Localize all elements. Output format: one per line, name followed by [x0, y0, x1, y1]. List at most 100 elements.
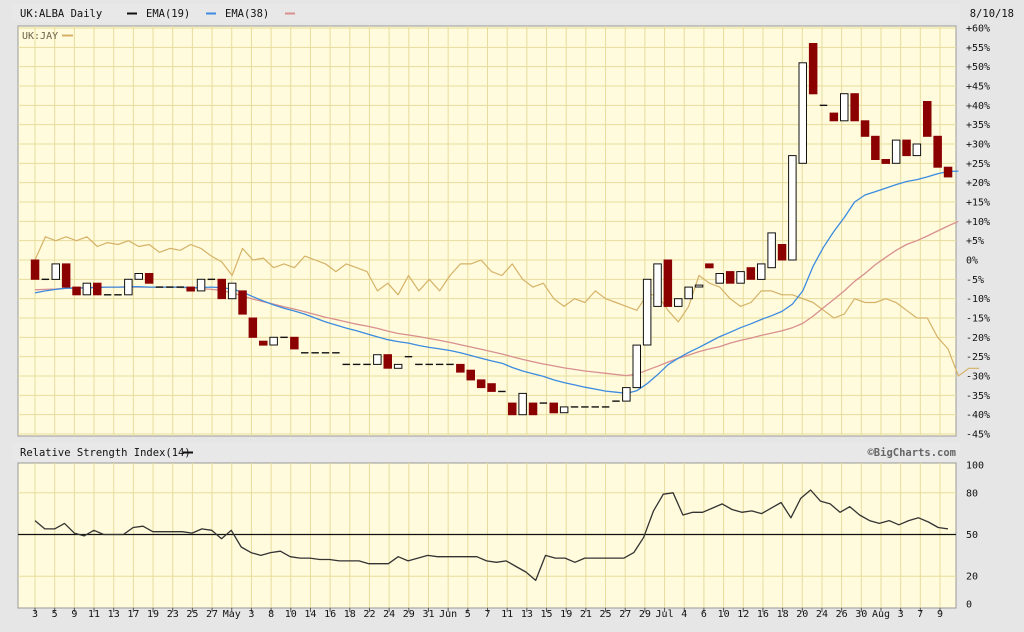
x-tick-label: 3: [898, 609, 904, 620]
candle-down: [259, 340, 268, 346]
x-tick-label: 4: [681, 609, 687, 620]
candle-up: [559, 406, 569, 414]
x-tick-label: 29: [639, 609, 651, 620]
candle-up: [694, 284, 704, 288]
x-tick-label: 5: [52, 609, 58, 620]
candle-up: [393, 363, 403, 369]
candle-down: [72, 286, 81, 296]
main-y-tick-label: +55%: [966, 43, 990, 54]
x-tick-label: 15: [540, 609, 552, 620]
candle-up: [518, 392, 527, 416]
candle-down: [549, 402, 558, 414]
x-tick-label: 23: [167, 609, 179, 620]
x-tick-label: 22: [363, 609, 375, 620]
candle-down: [290, 336, 299, 350]
x-tick-label: 29: [403, 609, 415, 620]
x-tick-label: 6: [701, 609, 707, 620]
x-tick-label: 27: [206, 609, 218, 620]
candle-up: [674, 298, 683, 307]
x-tick-label: 13: [108, 609, 120, 620]
rsi-y-tick-label: 80: [966, 488, 978, 499]
x-tick-label: 19: [560, 609, 572, 620]
candle-up: [196, 278, 206, 292]
candle-up: [642, 278, 652, 346]
x-tick-label: 7: [484, 609, 490, 620]
candle-down: [850, 93, 859, 122]
candle-down: [860, 120, 870, 137]
rsi-panel: 100 80 50 20 0: [17, 461, 984, 611]
ema19-legend-label: EMA(19): [146, 8, 190, 20]
x-tick-label: 16: [757, 609, 769, 620]
main-y-tick-label: -30%: [966, 372, 990, 383]
candle-up: [227, 282, 237, 300]
candle-down: [144, 273, 154, 284]
x-tick-label: 13: [521, 609, 533, 620]
candle-up: [767, 232, 776, 269]
candle-down: [663, 259, 673, 307]
candle-down: [808, 43, 818, 95]
candle-down: [705, 263, 714, 269]
main-price-panel: +60% +55% +50% +45% +40% +35% +30% +25% +20% +15%…: [17, 24, 990, 441]
x-tick-label: 24: [816, 609, 828, 620]
main-y-tick-label: +25%: [966, 159, 990, 170]
rsi-title: Relative Strength Index(14): [20, 447, 191, 459]
candle-up: [51, 263, 60, 280]
main-y-tick-label: -25%: [966, 352, 990, 363]
x-tick-label: 16: [324, 609, 336, 620]
chart-svg: +60% +55% +50% +45% +40% +35% +30% +25% +20% +15%…: [12, 4, 1014, 620]
candle-down: [933, 135, 942, 168]
main-y-tick-label: -20%: [966, 333, 990, 344]
main-y-tick-label: -40%: [966, 410, 990, 421]
x-tick-label: 5: [465, 609, 471, 620]
chart-root: +60% +55% +50% +45% +40% +35% +30% +25% +20% +15%…: [0, 0, 1024, 628]
candle-down: [871, 135, 880, 161]
candle-down: [466, 369, 475, 381]
rsi-y-tick-label: 0: [966, 600, 972, 611]
x-tick-label: Jul: [656, 609, 674, 620]
candle-up: [788, 155, 797, 261]
candle-down: [217, 278, 226, 300]
x-tick-label: 19: [147, 609, 159, 620]
x-tick-label: 14: [304, 609, 316, 620]
x-tick-label: 10: [285, 609, 297, 620]
symbol-title: UK:ALBA Daily: [20, 8, 102, 20]
x-tick-label: 24: [383, 609, 395, 620]
x-tick-label: 21: [580, 609, 592, 620]
x-axis: 3 5 9 11 13 17 19 23 25 27 May 3 8 10 14 16 18 22 24 29 31 Ju…: [18, 607, 956, 620]
candle-up: [82, 282, 92, 296]
candle-down: [725, 271, 735, 284]
candle-down: [508, 402, 517, 416]
x-tick-label: 20: [796, 609, 808, 620]
candle-up: [840, 93, 849, 122]
main-y-tick-label: +40%: [966, 101, 990, 112]
rsi-y-tick-label: 50: [966, 530, 978, 541]
candle-down: [881, 159, 890, 164]
main-y-tick-label: +50%: [966, 62, 990, 73]
rsi-y-tick-label: 20: [966, 572, 978, 583]
x-tick-label: 18: [344, 609, 356, 620]
candle-up: [653, 263, 662, 307]
x-tick-label: 3: [248, 609, 254, 620]
main-y-tick-label: 0%: [966, 256, 978, 267]
candle-up: [373, 354, 382, 365]
main-y-tick-label: +5%: [966, 236, 984, 247]
main-y-tick-label: -35%: [966, 391, 990, 402]
candle-down: [476, 379, 486, 389]
candle-up: [891, 139, 901, 164]
x-tick-label: 3: [32, 609, 38, 620]
candle-down: [777, 244, 787, 261]
candle-up: [269, 336, 278, 346]
candle-down: [943, 166, 953, 178]
x-tick-label: 26: [836, 609, 848, 620]
x-tick-label: 18: [777, 609, 789, 620]
main-y-tick-label: -10%: [966, 294, 990, 305]
main-y-tick-label: +30%: [966, 140, 990, 151]
candle-down: [829, 112, 839, 122]
candle-down: [93, 282, 102, 296]
candle-up: [736, 271, 745, 284]
main-y-tick-label: +10%: [966, 217, 990, 228]
candle-up: [798, 62, 807, 164]
candle-down: [30, 259, 40, 280]
candle-down: [746, 267, 756, 280]
main-y-tick-label: +15%: [966, 198, 990, 209]
